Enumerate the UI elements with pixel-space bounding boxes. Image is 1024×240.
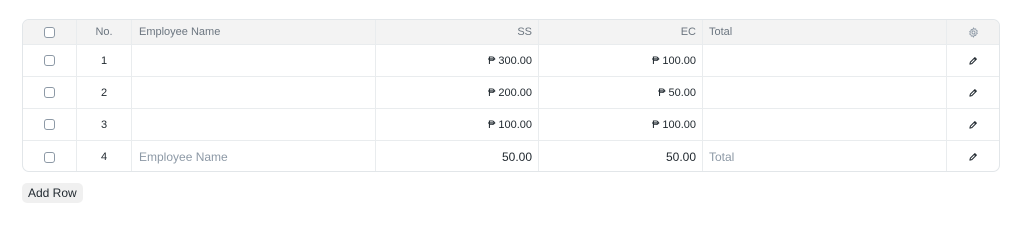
header-check-cell xyxy=(23,20,77,44)
employee-name-input[interactable]: Employee Name xyxy=(132,141,376,171)
ec-cell[interactable]: ₱ 100.00 xyxy=(539,45,703,76)
header-no: No. xyxy=(77,20,132,44)
column-settings-button[interactable] xyxy=(947,20,999,44)
ss-cell[interactable]: ₱ 300.00 xyxy=(376,45,539,76)
ec-input[interactable]: 50.00 xyxy=(539,141,703,171)
row-checkbox[interactable] xyxy=(44,151,55,163)
edit-row-button[interactable] xyxy=(947,109,999,140)
select-all-checkbox[interactable] xyxy=(44,26,55,38)
row-number: 3 xyxy=(77,109,132,140)
table-row[interactable]: 3 ₱ 100.00 ₱ 100.00 xyxy=(23,109,999,141)
pencil-icon xyxy=(968,88,978,98)
row-checkbox[interactable] xyxy=(44,87,55,98)
total-cell[interactable] xyxy=(703,77,947,108)
row-checkbox[interactable] xyxy=(44,119,55,130)
pencil-icon xyxy=(968,56,978,66)
table-row[interactable]: 1 ₱ 300.00 ₱ 100.00 xyxy=(23,45,999,77)
row-check-cell xyxy=(23,45,77,76)
table-row[interactable]: 2 ₱ 200.00 ₱ 50.00 xyxy=(23,77,999,109)
pencil-icon xyxy=(968,120,978,130)
header-ss: SS xyxy=(376,20,539,44)
pencil-icon xyxy=(968,152,978,162)
employee-name-cell[interactable] xyxy=(132,109,376,140)
total-cell[interactable] xyxy=(703,45,947,76)
header-employee-name: Employee Name xyxy=(132,20,376,44)
gear-icon xyxy=(968,26,979,38)
total-input[interactable]: Total xyxy=(703,141,947,171)
row-number: 4 xyxy=(77,141,132,171)
row-number: 1 xyxy=(77,45,132,76)
table-row-new[interactable]: 4 Employee Name 50.00 50.00 Total xyxy=(23,141,999,171)
employee-name-cell[interactable] xyxy=(132,77,376,108)
ec-cell[interactable]: ₱ 100.00 xyxy=(539,109,703,140)
ss-cell[interactable]: ₱ 200.00 xyxy=(376,77,539,108)
edit-row-button[interactable] xyxy=(947,45,999,76)
table-header-row: No. Employee Name SS EC Total xyxy=(23,20,999,45)
row-check-cell xyxy=(23,141,77,171)
header-total: Total xyxy=(703,20,947,44)
row-check-cell xyxy=(23,77,77,108)
ec-cell[interactable]: ₱ 50.00 xyxy=(539,77,703,108)
add-row-button[interactable]: Add Row xyxy=(22,183,83,203)
employee-name-cell[interactable] xyxy=(132,45,376,76)
edit-row-button[interactable] xyxy=(947,141,999,171)
total-cell[interactable] xyxy=(703,109,947,140)
edit-row-button[interactable] xyxy=(947,77,999,108)
child-table: No. Employee Name SS EC Total 1 ₱ 300.00… xyxy=(22,19,1000,172)
ss-input[interactable]: 50.00 xyxy=(376,141,539,171)
row-checkbox[interactable] xyxy=(44,55,55,66)
header-ec: EC xyxy=(539,20,703,44)
row-check-cell xyxy=(23,109,77,140)
row-number: 2 xyxy=(77,77,132,108)
ss-cell[interactable]: ₱ 100.00 xyxy=(376,109,539,140)
